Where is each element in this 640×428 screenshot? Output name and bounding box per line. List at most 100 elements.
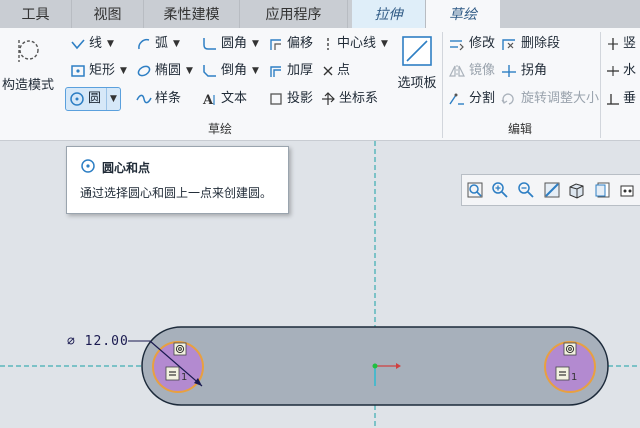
- tab-applications[interactable]: 应用程序: [240, 0, 348, 28]
- zoom-in-button[interactable]: [488, 177, 514, 203]
- text-label: 文本: [221, 91, 248, 106]
- ellipse-label: 椭圆: [155, 63, 182, 78]
- tab-tools[interactable]: 工具: [0, 0, 72, 28]
- divide-button[interactable]: 分割: [448, 88, 495, 110]
- project-button[interactable]: 投影: [268, 88, 313, 110]
- sketch-group-label: 草绘: [207, 122, 232, 136]
- tab-flexible-modeling[interactable]: 柔性建模: [144, 0, 240, 28]
- ellipse-icon: [137, 65, 151, 77]
- circle-center-point-icon: [81, 159, 95, 173]
- tooltip: 圆心和点 通过选择圆心和圆上一点来创建圆。: [66, 146, 289, 214]
- palette-label: 选项板: [397, 76, 437, 91]
- fillet-label: 圆角: [221, 36, 248, 51]
- chevron-down-icon[interactable]: ▼: [173, 33, 180, 55]
- spline-button[interactable]: 样条: [136, 88, 181, 110]
- centerline-icon: [327, 38, 329, 50]
- tab-extrude[interactable]: 拉伸: [352, 0, 426, 28]
- chevron-down-icon[interactable]: ▼: [106, 88, 117, 110]
- delete-segment-label: 删除段: [521, 36, 561, 51]
- zoom-in-icon: [492, 182, 508, 198]
- rectangle-icon: [71, 65, 85, 77]
- mirror-button[interactable]: 镜像: [448, 60, 495, 82]
- chevron-down-icon[interactable]: ▼: [186, 60, 193, 82]
- rectangle-button[interactable]: 矩形 ▼: [70, 60, 127, 82]
- rotate-resize-button[interactable]: 旋转调整大小: [500, 88, 599, 110]
- corner-button[interactable]: 拐角: [500, 60, 547, 82]
- coordinate-system-icon: [322, 92, 335, 105]
- chamfer-icon: [203, 65, 216, 77]
- repaint-button[interactable]: [539, 177, 565, 203]
- thicken-button[interactable]: 加厚: [268, 60, 313, 82]
- horizontal-constraint-button[interactable]: 水: [606, 60, 636, 82]
- corner-icon: [502, 65, 516, 77]
- centerline-button[interactable]: 中心线 ▼: [322, 33, 388, 55]
- circle-label: 圆: [88, 91, 102, 106]
- circle-icon: [70, 92, 84, 106]
- refit-button[interactable]: [462, 177, 488, 203]
- display-style-button[interactable]: [564, 177, 590, 203]
- spline-label: 样条: [155, 91, 182, 106]
- point-button[interactable]: 点: [322, 60, 350, 82]
- group-separator: [442, 32, 443, 138]
- chamfer-label: 倒角: [221, 63, 248, 78]
- saved-views-icon: [595, 182, 610, 198]
- ellipse-button[interactable]: 椭圆 ▼: [136, 60, 193, 82]
- text-icon: A: [202, 93, 215, 106]
- offset-button[interactable]: 偏移: [268, 33, 313, 55]
- tab-sketch[interactable]: 草绘: [426, 0, 500, 28]
- refit-icon: [467, 182, 483, 198]
- palette-icon: [402, 36, 432, 66]
- chevron-down-icon[interactable]: ▼: [252, 60, 259, 82]
- chevron-down-icon[interactable]: ▼: [381, 33, 388, 55]
- mirror-icon: [449, 65, 465, 77]
- line-button[interactable]: 线 ▼: [70, 33, 114, 55]
- modify-button[interactable]: 修改: [448, 33, 495, 55]
- arc-icon: [138, 38, 150, 50]
- chevron-down-icon[interactable]: ▼: [107, 33, 114, 55]
- origin-point[interactable]: [372, 363, 378, 369]
- perpendicular-constraint-label: 垂: [623, 91, 637, 106]
- offset-icon: [270, 39, 281, 50]
- tab-view[interactable]: 视图: [72, 0, 144, 28]
- zoom-out-button[interactable]: [513, 177, 539, 203]
- datum-display-icon: [620, 185, 634, 197]
- saved-views-button[interactable]: [590, 177, 616, 203]
- coordinate-system-label: 坐标系: [339, 91, 379, 106]
- ribbon-tab-bar: 工具 视图 柔性建模 应用程序 拉伸 草绘: [0, 0, 640, 28]
- chevron-down-icon[interactable]: ▼: [120, 60, 127, 82]
- concentric-constraint-left[interactable]: [173, 342, 187, 356]
- palette-button[interactable]: 选项板: [392, 34, 442, 91]
- chamfer-button[interactable]: 倒角 ▼: [202, 60, 259, 82]
- horizontal-constraint-label: 水: [623, 63, 637, 78]
- diameter-dimension[interactable]: ⌀ 12.00: [67, 334, 129, 349]
- circle-button[interactable]: 圆 ▼: [65, 87, 121, 111]
- tooltip-title: 圆心和点: [102, 161, 151, 175]
- datum-display-button[interactable]: [615, 177, 640, 203]
- vertical-constraint-button[interactable]: 竖: [606, 33, 636, 55]
- arc-button[interactable]: 弧 ▼: [136, 33, 180, 55]
- perpendicular-constraint-icon: [607, 94, 619, 105]
- fillet-button[interactable]: 圆角 ▼: [202, 33, 259, 55]
- perpendicular-constraint-button[interactable]: 垂: [606, 88, 636, 110]
- equal-constraint-right[interactable]: [555, 366, 570, 381]
- line-icon: [71, 39, 85, 50]
- divide-icon: [449, 93, 464, 105]
- corner-label: 拐角: [521, 63, 548, 78]
- chevron-down-icon[interactable]: ▼: [252, 33, 259, 55]
- construction-mode-label: 构造模式: [2, 78, 55, 93]
- delete-segment-button[interactable]: 删除段: [500, 33, 560, 55]
- construction-mode-icon: [18, 40, 39, 62]
- coordinate-system-button[interactable]: 坐标系: [320, 88, 378, 110]
- project-icon: [270, 93, 282, 105]
- project-label: 投影: [287, 91, 314, 106]
- vertical-constraint-label: 竖: [623, 36, 637, 51]
- equal-constraint-left[interactable]: [165, 366, 180, 381]
- edit-group-label: 编辑: [507, 122, 532, 136]
- construction-mode-button[interactable]: 构造模式: [2, 36, 54, 93]
- text-button[interactable]: A 文本: [202, 88, 247, 110]
- arc-label: 弧: [155, 36, 169, 51]
- view-toolbar: [461, 174, 640, 206]
- concentric-constraint-right[interactable]: [563, 342, 577, 356]
- rectangle-label: 矩形: [89, 63, 116, 78]
- divide-label: 分割: [469, 91, 496, 106]
